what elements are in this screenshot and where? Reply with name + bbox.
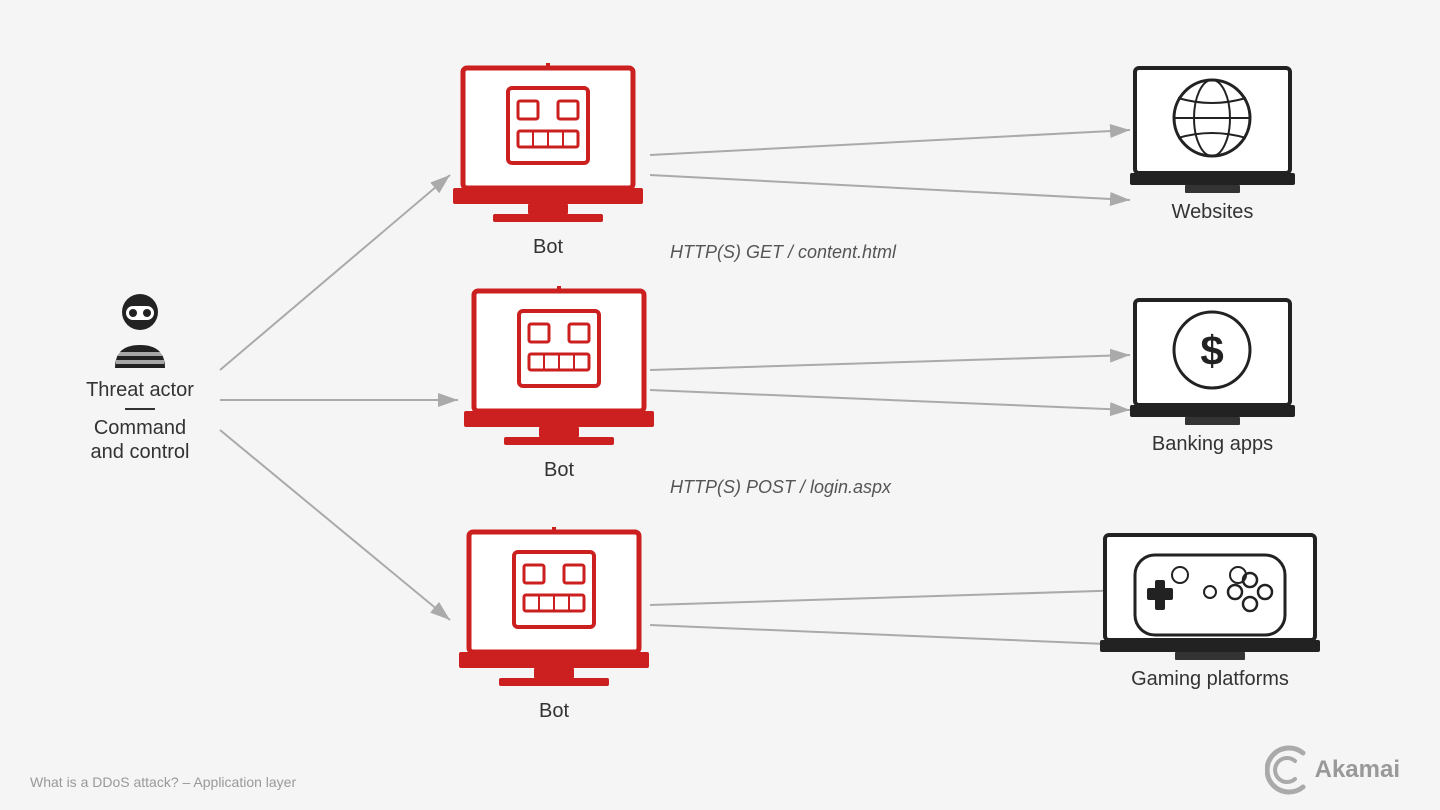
akamai-icon	[1265, 745, 1315, 795]
bot1-wrapper: Bot	[453, 63, 643, 259]
bot3-label: Bot	[539, 700, 569, 723]
bot1-icon	[453, 63, 643, 228]
websites-label: Websites	[1172, 201, 1254, 224]
bot2-label: Bot	[544, 459, 574, 482]
akamai-brand-text: Akamai	[1315, 756, 1400, 784]
command-control-label: Commandand control	[91, 416, 190, 464]
bot2-wrapper: Bot	[464, 286, 654, 482]
websites-wrapper: Websites	[1130, 63, 1295, 224]
websites-icon	[1130, 63, 1295, 193]
http-post-label: HTTP(S) POST / login.aspx	[670, 477, 891, 498]
banking-icon: $	[1130, 295, 1295, 425]
bot2-icon	[464, 286, 654, 451]
banking-label: Banking apps	[1152, 433, 1273, 456]
bot1-label: Bot	[533, 236, 563, 259]
bot3-icon	[459, 527, 649, 692]
akamai-logo: Akamai	[1265, 745, 1400, 795]
diagram-container: Threat actor Commandand control	[0, 0, 1440, 810]
svg-text:$: $	[1200, 327, 1223, 374]
gaming-wrapper: Gaming platforms	[1100, 530, 1320, 691]
http-get-label: HTTP(S) GET / content.html	[670, 242, 896, 263]
threat-actor: Threat actor Commandand control	[60, 290, 220, 464]
threat-actor-label: Threat actor	[86, 378, 194, 402]
banking-wrapper: $ Banking apps	[1130, 295, 1295, 456]
footer-text: What is a DDoS attack? – Application lay…	[30, 774, 296, 790]
bot3-wrapper: Bot	[459, 527, 649, 723]
threat-divider	[125, 408, 155, 410]
hacker-icon	[100, 290, 180, 370]
gaming-icon	[1100, 530, 1320, 660]
gaming-label: Gaming platforms	[1131, 668, 1289, 691]
